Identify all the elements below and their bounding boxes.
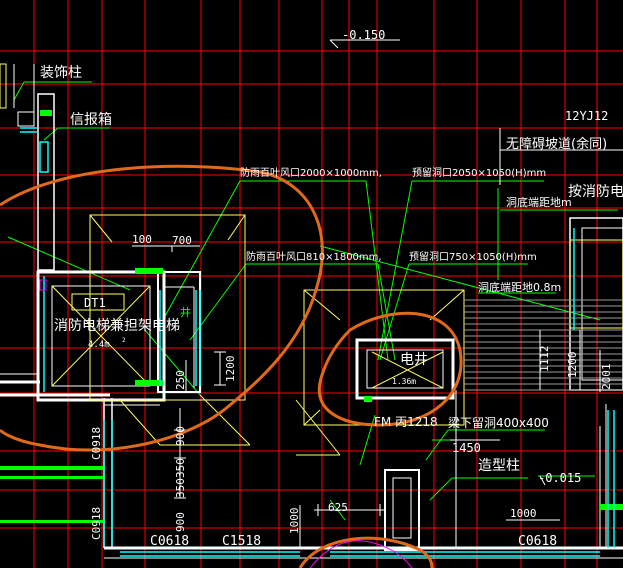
dim-100: 100	[132, 233, 152, 246]
dim-1000-right: 1000	[510, 507, 537, 520]
elevation-top-label: -0.150	[342, 28, 385, 42]
mail-box-label: 信报箱	[70, 112, 112, 128]
dim-1450: 1450	[452, 441, 481, 455]
dim-1200-vertical: 1200	[224, 356, 237, 383]
shaft-tag-label: 井	[180, 305, 191, 319]
elevation-right-label: -0.015	[538, 471, 581, 485]
dim-1200-right-vertical: 1200	[566, 352, 579, 379]
reserved-hole-label-1: 预留洞口2050×1050(H)mm	[412, 166, 546, 179]
dim-700: 700	[172, 234, 192, 247]
pit-superscript: 2	[122, 337, 126, 344]
dim-1112-vertical: 1112	[538, 346, 551, 373]
markup-circle-shaft	[317, 311, 463, 427]
markup-circle-elevator	[0, 164, 324, 452]
markup-circle-bottom	[298, 536, 434, 568]
beam-hole-label: 梁下留洞400x400	[448, 415, 549, 430]
window-c0618-a: C0618	[150, 534, 189, 549]
barrier-free-ramp-label: 无障碍坡道(余同)	[506, 136, 607, 152]
elevator-pit-label: 4.4m	[88, 340, 110, 350]
reserved-hole-label-2: 预留洞口750×1050(H)mm	[409, 250, 537, 263]
fire-door-label: FM 丙1218	[374, 415, 438, 429]
decor-column-label: 装饰柱	[40, 65, 82, 81]
fire-elevator-label: 消防电梯兼担架电梯	[54, 318, 180, 334]
dim-350-vertical-b: 350	[174, 478, 187, 498]
dim-900-vertical-a: 900	[174, 426, 187, 446]
dim-900-vertical-b: 900	[174, 512, 187, 532]
standard-ref-label: 12YJ12	[565, 109, 608, 123]
hole-bottom-label-2: 洞底端距地0.8m	[478, 280, 561, 294]
electric-shaft-label: 电井	[400, 352, 428, 368]
window-c0618-b: C0618	[518, 534, 557, 549]
dim-350-vertical-a: 350	[174, 458, 187, 478]
dim-2001-vertical: 2001	[600, 364, 613, 391]
cad-drawing-canvas: -0.150 装饰柱 信报箱 12YJ12 无障碍坡道(余同) 防雨百叶风口20…	[0, 0, 623, 568]
louver-label-2: 防雨百叶风口810×1800mm,	[246, 250, 382, 263]
dim-250-vertical: 250	[174, 370, 187, 390]
louver-label-1: 防雨百叶风口2000×1000mm,	[240, 166, 382, 179]
window-c0918-b: C0918	[90, 507, 103, 540]
window-c0918-a: C0918	[90, 427, 103, 460]
window-c1518: C1518	[222, 534, 261, 549]
dimension-lines	[132, 39, 601, 548]
electric-shaft-area: 1.36m	[392, 377, 416, 386]
dim-625: 625	[328, 501, 348, 514]
hole-bottom-label-1: 洞底端距地m	[506, 195, 572, 209]
fire-note-label: 按消防电	[568, 184, 623, 200]
decor-pillar-label: 造型柱	[478, 458, 520, 474]
elevator-tag: DT1	[84, 296, 106, 310]
dim-1000-vertical: 1000	[288, 508, 301, 535]
